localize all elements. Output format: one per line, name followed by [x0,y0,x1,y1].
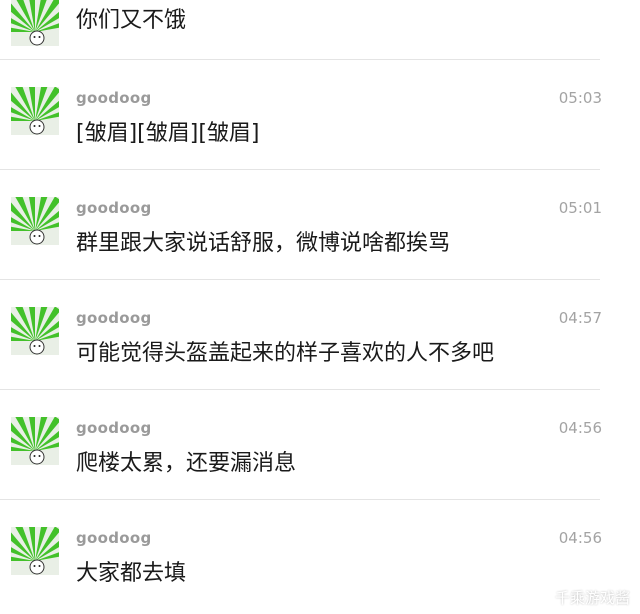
avatar-eye [33,235,36,237]
avatar-eye [38,235,41,237]
avatar[interactable] [11,0,59,46]
avatar-eye [38,455,41,457]
sender-name[interactable]: goodoog [76,419,152,437]
message-row: goodoog 04:57 可能觉得头盔盖起来的样子喜欢的人不多吧 [0,280,640,390]
message-time: 04:57 [558,309,602,327]
avatar-eye [38,125,41,127]
message-text: 你们又不饿 [76,8,187,33]
avatar-eye [38,36,41,38]
avatar-image [11,197,59,245]
message-row: goodoog 05:01 群里跟大家说话舒服，微博说啥都挨骂 [0,170,640,280]
message-text: 群里跟大家说话舒服，微博说啥都挨骂 [76,231,451,256]
message-row: 你们又不饿 [0,0,640,46]
avatar-eye [38,345,41,347]
message-time: 05:01 [558,199,602,217]
sender-name[interactable]: goodoog [76,529,152,547]
message-text: 可能觉得头盔盖起来的样子喜欢的人不多吧 [76,341,495,366]
avatar-eye [38,565,41,567]
avatar-eye [33,125,36,127]
message-time: 05:03 [558,89,602,107]
message-text: [皱眉][皱眉][皱眉] [76,121,260,146]
avatar[interactable] [11,307,59,355]
avatar-face [29,339,45,355]
avatar-eye [33,565,36,567]
message-row: goodoog 05:03 [皱眉][皱眉][皱眉] [0,60,640,170]
message-time: 04:56 [558,419,602,437]
avatar-eye [33,455,36,457]
message-time: 04:56 [558,529,602,547]
message-text: 爬楼太累，还要漏消息 [76,451,297,476]
avatar-face [29,119,45,135]
message-text: 大家都去填 [76,561,187,586]
watermark: 千乘游戏酱 [554,589,630,607]
sender-name[interactable]: goodoog [76,309,152,327]
avatar[interactable] [11,197,59,245]
message-row: goodoog 04:56 爬楼太累，还要漏消息 [0,390,640,500]
avatar-face [29,30,45,46]
avatar[interactable] [11,87,59,135]
avatar-face [29,229,45,245]
sender-name[interactable]: goodoog [76,199,152,217]
avatar-eye [33,36,36,38]
avatar-image [11,0,59,46]
avatar-image [11,417,59,465]
avatar-eye [33,345,36,347]
avatar-image [11,87,59,135]
sender-name[interactable]: goodoog [76,89,152,107]
avatar-image [11,527,59,575]
avatar-image [11,307,59,355]
message-row: goodoog 04:56 大家都去填 [0,500,640,610]
avatar-face [29,559,45,575]
avatar-face [29,449,45,465]
avatar[interactable] [11,527,59,575]
avatar[interactable] [11,417,59,465]
